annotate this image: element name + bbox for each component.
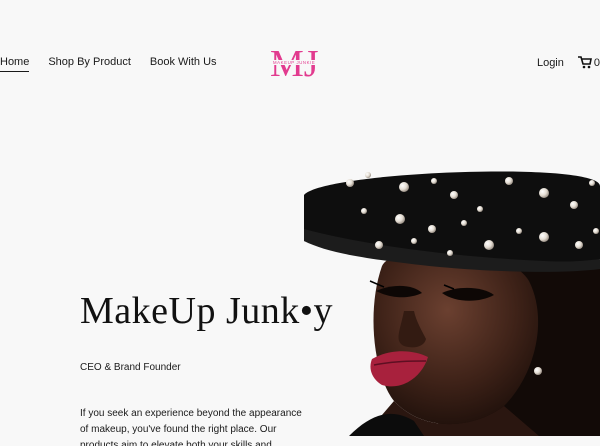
main-nav: Home Shop By Product Book With Us bbox=[0, 56, 217, 72]
hero-title: MakeUp Junk•y bbox=[80, 290, 334, 332]
hero-description: If you seek an experience beyond the app… bbox=[80, 408, 302, 446]
cart-icon bbox=[577, 56, 592, 69]
nav-shop-by-product-link[interactable]: Shop By Product bbox=[48, 56, 131, 72]
login-link[interactable]: Login bbox=[537, 57, 564, 69]
nav-home-link[interactable]: Home bbox=[0, 56, 30, 72]
account-nav: Login 0 bbox=[537, 56, 600, 69]
nav-book-with-us-link[interactable]: Book With Us bbox=[150, 56, 217, 72]
cart-count: 0 bbox=[593, 56, 600, 69]
logo-mark: MJ MAKEUP JUNKIE bbox=[270, 43, 327, 85]
hero-subtitle: CEO & Brand Founder bbox=[80, 362, 181, 373]
logo-tagline: MAKEUP JUNKIE bbox=[273, 60, 315, 65]
cart-button[interactable]: 0 bbox=[577, 56, 600, 69]
hero-portrait-image bbox=[304, 171, 600, 436]
brand-logo[interactable]: MJ MAKEUP JUNKIE bbox=[268, 38, 334, 88]
site-header: Home Shop By Product Book With Us MJ MAK… bbox=[0, 0, 600, 125]
